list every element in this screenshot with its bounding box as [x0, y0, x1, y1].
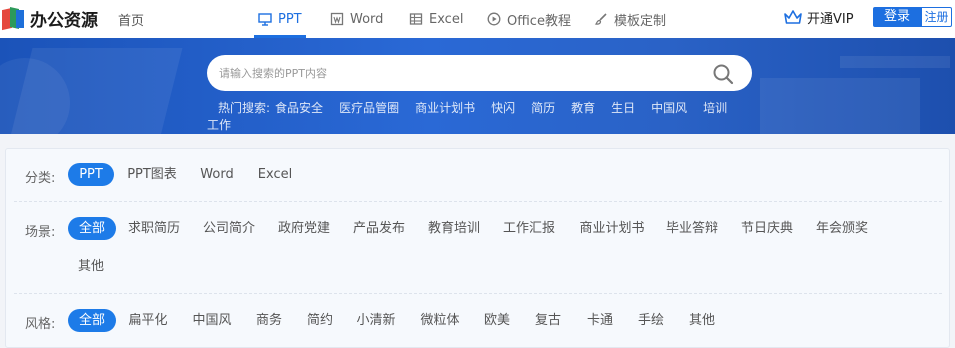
hot-search-label: 热门搜索:	[218, 101, 271, 115]
word-doc-icon	[330, 12, 344, 26]
filter-option[interactable]: Excel	[254, 163, 296, 186]
hot-searches: 热门搜索: 食品安全 医疗品管圈 商业计划书 快闪 简历 教育 生日 中国风 培训工作	[207, 100, 747, 134]
filter-option[interactable]: 其他	[71, 255, 111, 278]
filter-option[interactable]: PPT图表	[124, 163, 180, 186]
nav-word[interactable]: Word	[330, 0, 383, 38]
filter-option[interactable]: 节日庆典	[739, 217, 795, 240]
nav-excel[interactable]: Excel	[409, 0, 463, 38]
nav-template-custom[interactable]: 模板定制	[594, 0, 666, 38]
filter-option[interactable]: 复古	[532, 309, 564, 332]
hot-keyword[interactable]: 快闪	[491, 101, 515, 115]
hot-keyword[interactable]: 医疗品管圈	[339, 101, 399, 115]
books-logo-icon	[2, 6, 26, 31]
filter-option[interactable]: 手绘	[635, 309, 667, 332]
divider	[14, 201, 942, 202]
search-icon[interactable]	[712, 63, 734, 85]
filter-option[interactable]: 简约	[304, 309, 336, 332]
nav-label: Office教程	[507, 13, 571, 29]
nav-label: Excel	[429, 11, 464, 27]
open-vip-link[interactable]: 开通VIP	[783, 0, 854, 34]
hot-keyword[interactable]: 食品安全	[275, 101, 323, 115]
filter-option[interactable]: 小清新	[354, 309, 398, 332]
banner-decoration	[840, 56, 950, 68]
filter-option[interactable]: 扁平化	[126, 309, 170, 332]
site-logo[interactable]: 办公资源	[0, 4, 98, 32]
filter-option[interactable]: 微粒体	[418, 309, 462, 332]
filter-option[interactable]: 商业计划书	[576, 217, 648, 240]
filter-option[interactable]: 政府党建	[276, 217, 332, 240]
hot-keyword[interactable]: 商业计划书	[415, 101, 475, 115]
nav-label: PPT	[278, 11, 302, 27]
spreadsheet-icon	[409, 13, 423, 25]
play-circle-icon	[487, 12, 501, 26]
filter-option[interactable]: 教育培训	[426, 217, 482, 240]
hot-keyword[interactable]: 生日	[611, 101, 635, 115]
hot-keyword[interactable]: 工作	[207, 118, 231, 132]
filter-option[interactable]: 其他	[686, 309, 718, 332]
vip-label: 开通VIP	[807, 11, 854, 27]
filter-option[interactable]: 中国风	[190, 309, 234, 332]
filter-option-active[interactable]: PPT	[68, 163, 114, 186]
filter-option[interactable]: 商务	[253, 309, 285, 332]
hot-keyword[interactable]: 教育	[571, 101, 595, 115]
filter-label: 风格:	[25, 317, 56, 332]
divider	[14, 293, 942, 294]
brush-icon	[594, 13, 607, 25]
presentation-icon	[258, 13, 272, 26]
filter-option[interactable]: Word	[194, 163, 240, 186]
filter-label: 场景:	[25, 225, 56, 240]
hot-keyword[interactable]: 中国风	[651, 101, 687, 115]
filter-option[interactable]: 欧美	[481, 309, 513, 332]
filter-option[interactable]: 工作汇报	[501, 217, 557, 240]
crown-icon	[784, 10, 802, 24]
register-button[interactable]: 注册	[921, 7, 952, 27]
nav-home[interactable]: 首页	[118, 10, 144, 29]
logo-text: 办公资源	[30, 10, 98, 31]
search-box	[207, 55, 752, 91]
search-input[interactable]	[219, 55, 699, 91]
top-bar: 办公资源 首页 PPT Word Excel Office教程 模板定制 开通V…	[0, 0, 955, 38]
filter-option-active[interactable]: 全部	[68, 217, 116, 240]
nav-office-tutorial[interactable]: Office教程	[487, 0, 571, 38]
banner-decoration	[760, 78, 920, 134]
filter-panel: 分类: PPT PPT图表 Word Excel 场景: 全部 求职简历 公司简…	[5, 148, 950, 348]
login-button[interactable]: 登录	[873, 7, 921, 27]
filter-option[interactable]: 产品发布	[351, 217, 407, 240]
banner-decoration	[7, 48, 183, 134]
nav-label: Word	[350, 11, 384, 27]
filter-option[interactable]: 年会颁奖	[814, 217, 870, 240]
filter-option-active[interactable]: 全部	[68, 309, 116, 332]
filter-option[interactable]: 求职简历	[126, 217, 182, 240]
filter-option[interactable]: 卡通	[584, 309, 616, 332]
nav-label: 模板定制	[614, 13, 667, 29]
filter-option[interactable]: 公司简介	[201, 217, 257, 240]
hot-keyword[interactable]: 简历	[531, 101, 555, 115]
hot-keyword[interactable]: 培训	[703, 101, 727, 115]
nav-ppt[interactable]: PPT	[254, 0, 306, 38]
search-banner: 热门搜索: 食品安全 医疗品管圈 商业计划书 快闪 简历 教育 生日 中国风 培训工作	[0, 38, 955, 134]
filter-label: 分类:	[25, 171, 56, 186]
filter-option[interactable]: 毕业答辩	[664, 217, 720, 240]
